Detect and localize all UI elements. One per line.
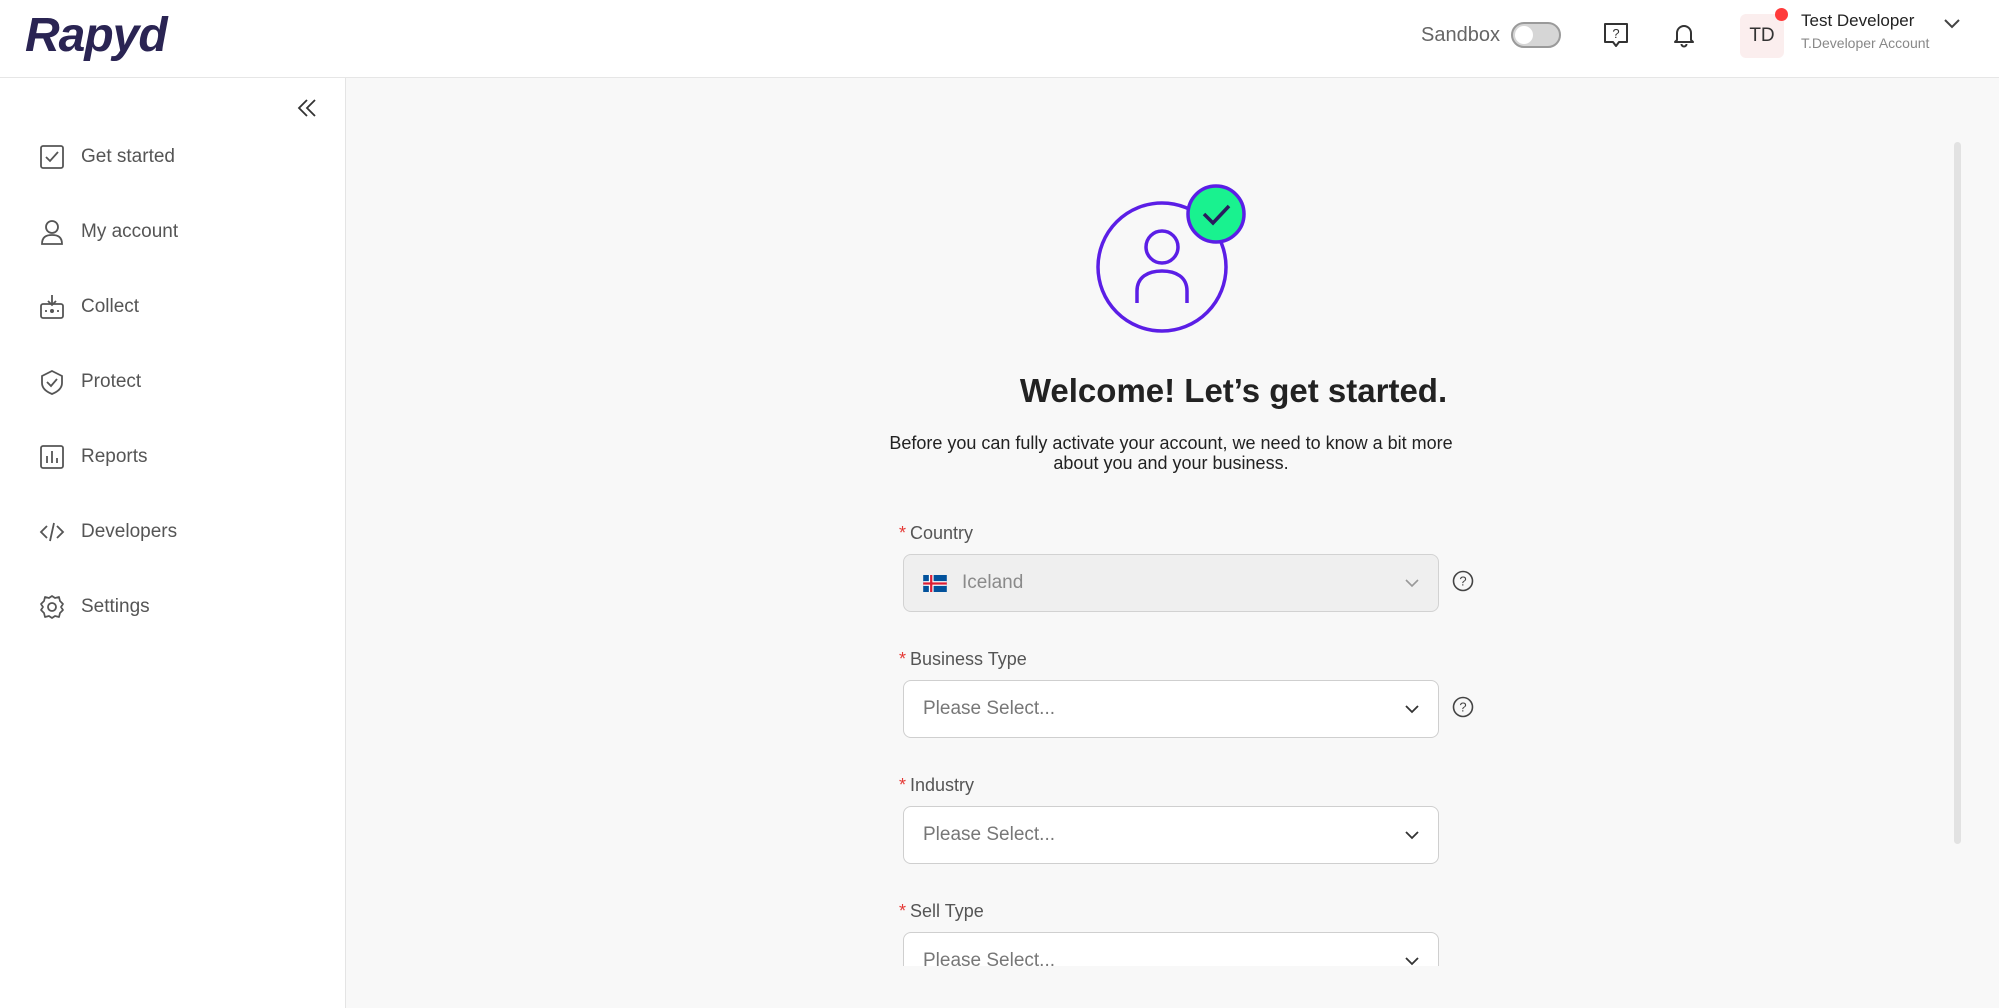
code-icon bbox=[39, 522, 65, 542]
industry-label: * Industry bbox=[899, 775, 974, 796]
avatar-initials: TD bbox=[1749, 25, 1775, 46]
page-title: Welcome! Let’s get started. bbox=[0, 372, 1999, 410]
business-type-select[interactable]: Please Select... bbox=[903, 680, 1439, 738]
required-marker: * bbox=[899, 775, 907, 795]
notification-dot bbox=[1775, 8, 1788, 21]
sidebar: Get started My account Collect Protect R… bbox=[0, 78, 346, 1008]
sidebar-item-get-started[interactable]: Get started bbox=[38, 137, 328, 177]
business-type-label-text: Business Type bbox=[910, 649, 1027, 669]
user-name[interactable]: Test Developer bbox=[1801, 11, 1914, 31]
gear-icon bbox=[40, 595, 64, 619]
sidebar-item-reports[interactable]: Reports bbox=[38, 437, 328, 477]
help-circle-icon[interactable]: ? bbox=[1452, 570, 1474, 592]
top-header: Rapyd Sandbox ? TD Test Developer T.Deve… bbox=[0, 0, 1999, 78]
sidebar-item-label: My account bbox=[81, 221, 179, 242]
business-type-label: * Business Type bbox=[899, 649, 1027, 670]
industry-placeholder: Please Select... bbox=[923, 824, 1056, 845]
user-icon bbox=[41, 220, 63, 245]
required-marker: * bbox=[899, 523, 907, 543]
page-subtitle: Before you can fully activate your accou… bbox=[889, 433, 1453, 473]
toggle-knob bbox=[1515, 26, 1533, 44]
svg-text:?: ? bbox=[1459, 574, 1466, 589]
bar-chart-icon bbox=[40, 445, 64, 469]
help-chat-icon[interactable]: ? bbox=[1601, 20, 1631, 50]
user-verified-icon bbox=[1096, 184, 1246, 333]
sidebar-item-label: Collect bbox=[81, 296, 140, 317]
sidebar-item-label: Settings bbox=[81, 596, 150, 617]
iceland-flag-icon bbox=[923, 574, 947, 592]
sidebar-item-label: Developers bbox=[81, 521, 178, 542]
business-type-placeholder: Please Select... bbox=[923, 698, 1056, 719]
country-select[interactable]: Iceland bbox=[903, 554, 1439, 612]
sidebar-item-collect[interactable]: Collect bbox=[38, 287, 328, 327]
industry-select[interactable]: Please Select... bbox=[903, 806, 1439, 864]
scrollbar[interactable] bbox=[1954, 142, 1961, 844]
sell-type-label-text: Sell Type bbox=[910, 901, 984, 921]
required-marker: * bbox=[899, 901, 907, 921]
svg-text:?: ? bbox=[1612, 26, 1619, 41]
chevron-down-icon bbox=[1405, 579, 1419, 588]
country-label-text: Country bbox=[910, 523, 974, 543]
required-marker: * bbox=[899, 649, 907, 669]
bell-icon[interactable] bbox=[1669, 20, 1699, 50]
collapse-sidebar-icon[interactable] bbox=[295, 96, 319, 120]
svg-text:?: ? bbox=[1459, 700, 1466, 715]
rapyd-logo[interactable]: Rapyd bbox=[25, 8, 168, 63]
sidebar-item-my-account[interactable]: My account bbox=[38, 212, 328, 252]
chevron-down-icon[interactable] bbox=[1942, 17, 1962, 31]
sidebar-item-label: Get started bbox=[81, 146, 175, 167]
industry-label-text: Industry bbox=[910, 775, 975, 795]
user-account: T.Developer Account bbox=[1801, 35, 1930, 51]
sidebar-item-label: Reports bbox=[81, 446, 148, 467]
page-title-text: Welcome! Let’s get started. bbox=[1019, 372, 1448, 409]
sidebar-item-developers[interactable]: Developers bbox=[38, 512, 328, 552]
sandbox-label: Sandbox bbox=[1421, 24, 1500, 46]
avatar[interactable]: TD bbox=[1740, 8, 1788, 58]
country-label: * Country bbox=[899, 523, 973, 544]
checkbox-icon bbox=[40, 145, 64, 169]
sandbox-toggle[interactable] bbox=[1511, 22, 1561, 48]
country-value: Iceland bbox=[962, 572, 1024, 593]
scroll-fade bbox=[347, 966, 1999, 1008]
collect-icon bbox=[40, 295, 64, 319]
chevron-down-icon bbox=[1405, 831, 1419, 840]
sell-type-label: * Sell Type bbox=[899, 901, 984, 922]
chevron-down-icon bbox=[1405, 705, 1419, 714]
sidebar-item-settings[interactable]: Settings bbox=[38, 587, 328, 627]
help-circle-icon[interactable]: ? bbox=[1452, 696, 1474, 718]
